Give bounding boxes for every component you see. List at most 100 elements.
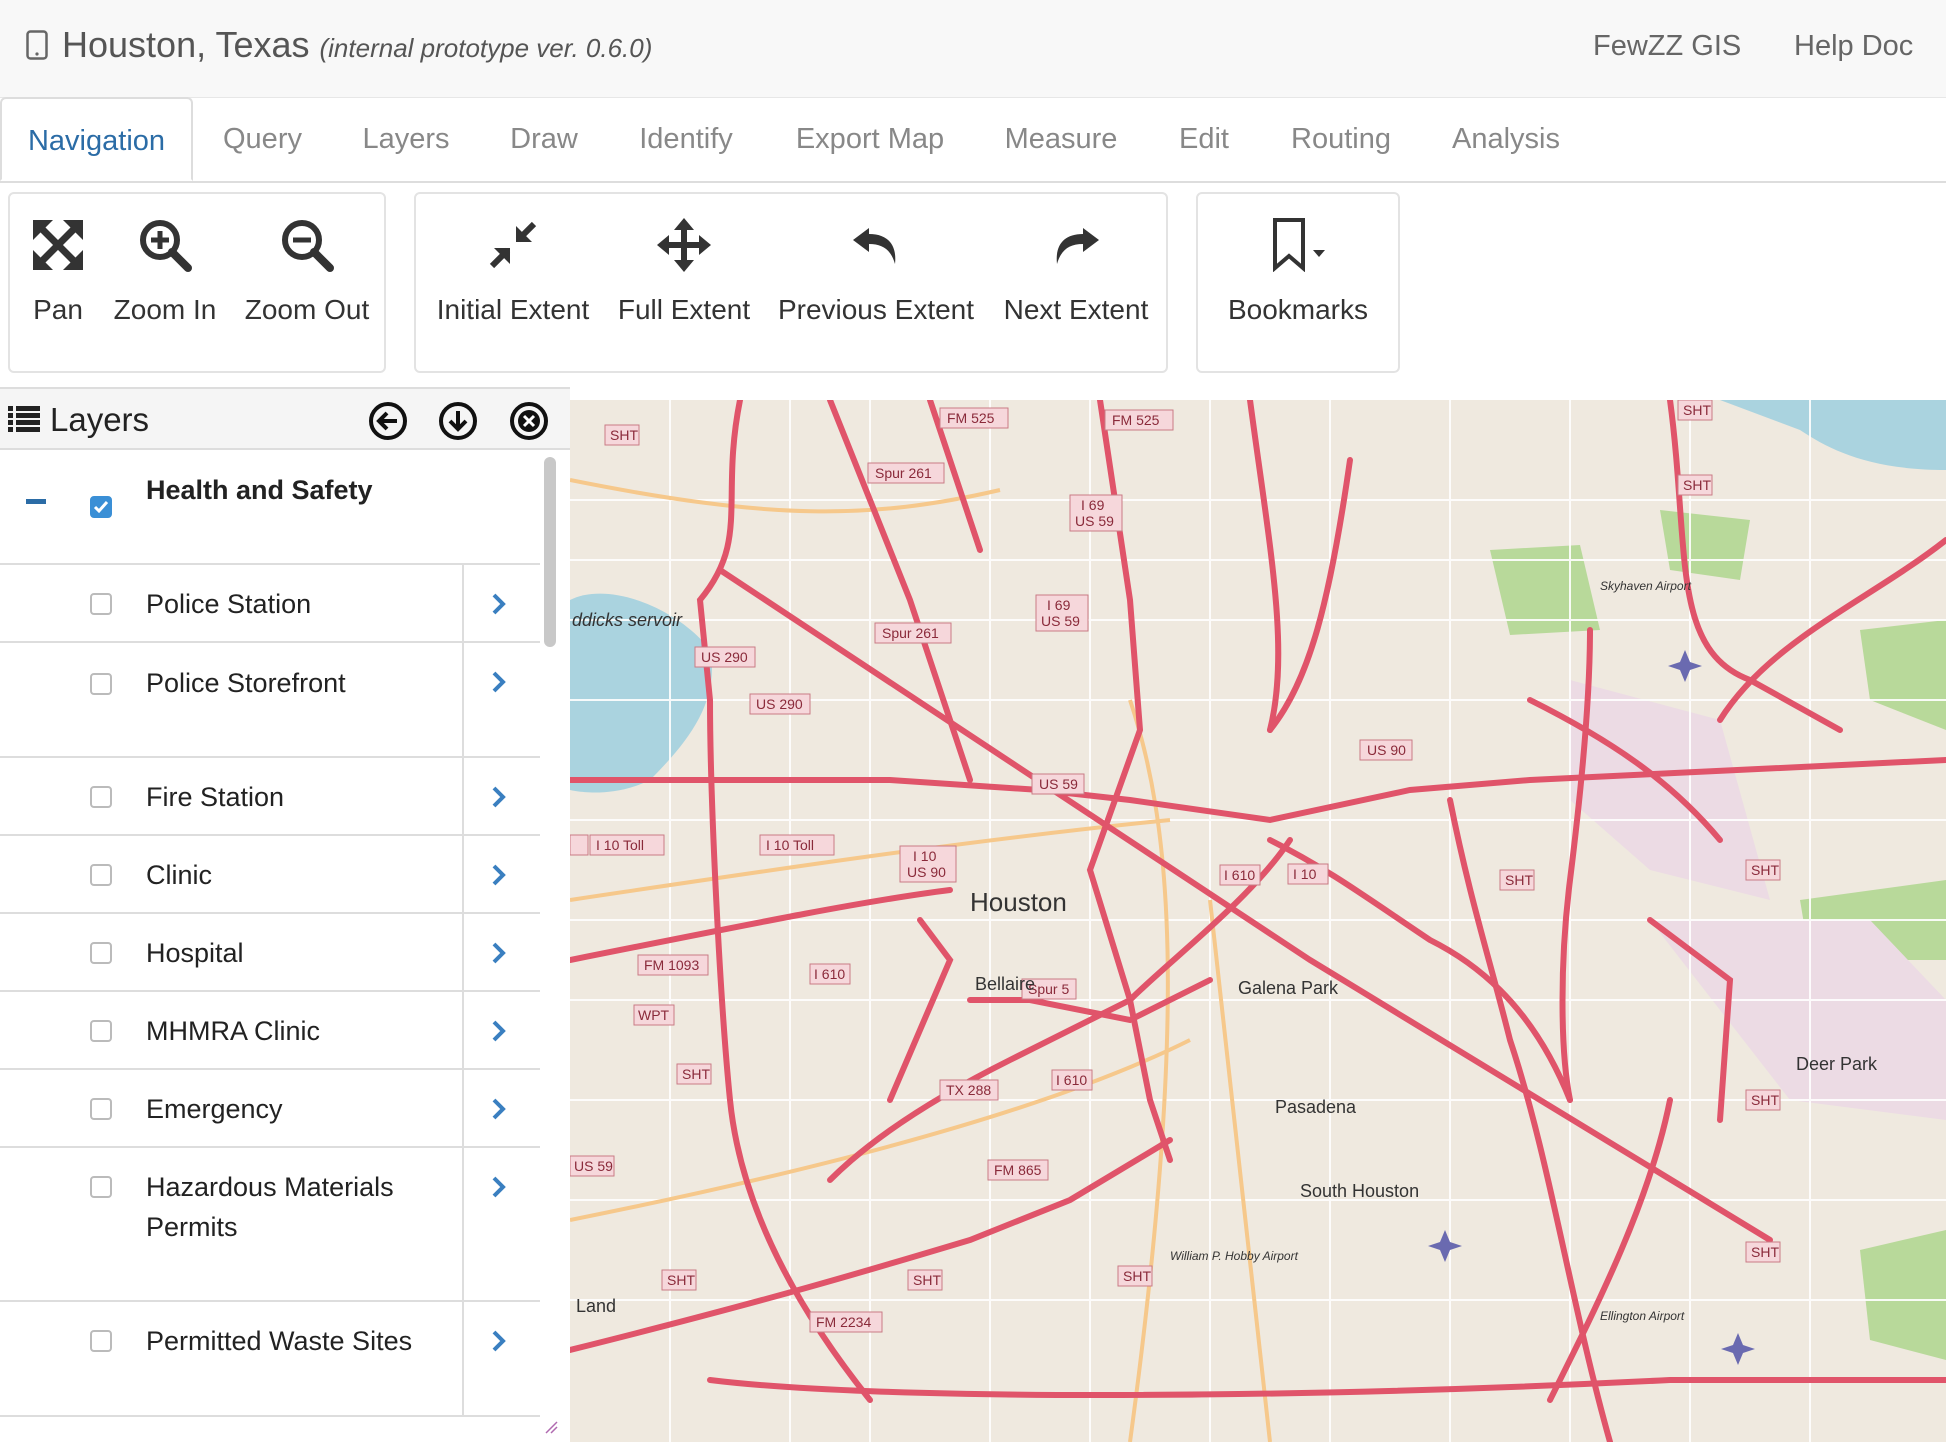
layer-checkbox[interactable] (90, 942, 112, 964)
layer-name: Clinic (146, 860, 213, 890)
layer-checkbox[interactable] (90, 593, 112, 615)
svg-text:FM 525: FM 525 (1112, 412, 1160, 428)
chevron-right-icon[interactable] (488, 939, 510, 967)
tab-identify[interactable]: Identify (626, 97, 746, 181)
svg-text:I 610: I 610 (1224, 867, 1255, 883)
bookmarks-button[interactable]: Bookmarks (1198, 194, 1398, 375)
svg-text:I 610: I 610 (814, 966, 845, 982)
layer-item-police-storefront[interactable]: Police Storefront (0, 643, 540, 758)
chevron-right-icon[interactable] (488, 590, 510, 618)
group-name: Health and Safety (146, 475, 373, 505)
map-label-skyhaven-airport: Skyhaven Airport (1600, 579, 1692, 593)
chevron-right-icon[interactable] (488, 783, 510, 811)
layer-item-clinic[interactable]: Clinic (0, 836, 540, 914)
help-doc-link[interactable]: Help Doc (1794, 30, 1913, 63)
zoom-out-button[interactable]: Zoom Out (238, 194, 376, 375)
collapse-down-icon[interactable] (438, 401, 478, 441)
app-title: Houston, Texas (internal prototype ver. … (62, 24, 652, 66)
chevron-right-icon[interactable] (488, 1017, 510, 1045)
layer-item-hazardous-materials[interactable]: Hazardous Materials Permits (0, 1148, 540, 1302)
row-divider (462, 565, 464, 641)
row-divider (462, 1302, 464, 1415)
zoom-in-button[interactable]: Zoom In (106, 194, 224, 375)
initial-extent-button[interactable]: Initial Extent (428, 194, 598, 375)
row-divider (462, 836, 464, 912)
svg-text:SHT: SHT (610, 427, 638, 443)
layer-checkbox[interactable] (90, 1020, 112, 1042)
map-label-houston: Houston (970, 887, 1067, 917)
svg-text:SHT: SHT (1751, 1244, 1779, 1260)
svg-text:US 90: US 90 (907, 864, 946, 880)
svg-text:US 59: US 59 (574, 1158, 613, 1174)
collapse-minus-icon[interactable] (26, 499, 46, 504)
layers-panel: Layers Health and Safety Police Station … (0, 387, 570, 1442)
layer-checkbox[interactable] (90, 673, 112, 695)
previous-extent-label: Previous Extent (777, 294, 975, 325)
fewzz-gis-link[interactable]: FewZZ GIS (1593, 30, 1741, 63)
tab-draw[interactable]: Draw (494, 97, 594, 181)
tab-bar: Navigation Query Layers Draw Identify Ex… (0, 97, 1946, 183)
tab-query[interactable]: Query (205, 97, 320, 181)
layer-item-mhmra-clinic[interactable]: MHMRA Clinic (0, 992, 540, 1070)
layers-scrollbar[interactable] (544, 457, 556, 647)
collapse-left-icon[interactable] (368, 401, 408, 441)
map-label-land: Land (576, 1296, 616, 1316)
svg-text:WPT: WPT (638, 1007, 670, 1023)
layer-item-permitted-waste[interactable]: Permitted Waste Sites (0, 1302, 540, 1417)
pan-button[interactable]: Pan (12, 194, 104, 375)
chevron-right-icon[interactable] (488, 861, 510, 889)
zoom-out-icon (282, 220, 334, 272)
tablet-icon (26, 30, 48, 60)
tab-navigation[interactable]: Navigation (0, 97, 193, 181)
row-divider (462, 758, 464, 834)
tab-layers[interactable]: Layers (350, 97, 462, 181)
svg-text:I 10 Toll: I 10 Toll (766, 837, 814, 853)
svg-text:I 10: I 10 (913, 848, 937, 864)
tab-routing[interactable]: Routing (1281, 97, 1401, 181)
layer-item-hospital[interactable]: Hospital (0, 914, 540, 992)
pan-label: Pan (33, 294, 83, 325)
zoom-in-icon (140, 220, 192, 272)
group-checkbox[interactable] (90, 496, 112, 518)
layer-checkbox[interactable] (90, 786, 112, 808)
bookmarks-label: Bookmarks (1227, 294, 1369, 325)
chevron-right-icon[interactable] (488, 1327, 510, 1355)
svg-text:FM 525: FM 525 (947, 410, 995, 426)
svg-text:FM 1093: FM 1093 (644, 957, 699, 973)
svg-text:SHT: SHT (1751, 862, 1779, 878)
next-extent-label: Next Extent (1003, 294, 1149, 325)
tab-analysis[interactable]: Analysis (1436, 97, 1576, 181)
layer-checkbox[interactable] (90, 864, 112, 886)
layers-panel-header: Layers (0, 387, 570, 450)
layer-group-health-safety[interactable]: Health and Safety (0, 450, 540, 565)
tab-measure[interactable]: Measure (996, 97, 1126, 181)
row-divider (462, 1070, 464, 1146)
basemap[interactable]: SHT FM 525 FM 525 I 69US 59 I 69US 59 Sp… (570, 400, 1946, 1442)
undo-arrow-icon (853, 228, 896, 264)
map-label-galena-park: Galena Park (1238, 978, 1339, 998)
svg-text:SHT: SHT (667, 1272, 695, 1288)
previous-extent-button[interactable]: Previous Extent (776, 194, 976, 375)
tab-export-map[interactable]: Export Map (776, 97, 964, 181)
next-extent-button[interactable]: Next Extent (996, 194, 1156, 375)
close-panel-icon[interactable] (509, 401, 549, 441)
layer-checkbox[interactable] (90, 1098, 112, 1120)
layer-item-police-station[interactable]: Police Station (0, 565, 540, 643)
svg-text:SHT: SHT (1683, 477, 1711, 493)
layer-item-fire-station[interactable]: Fire Station (0, 758, 540, 836)
tab-edit[interactable]: Edit (1160, 97, 1248, 181)
svg-text:US 290: US 290 (756, 696, 803, 712)
chevron-right-icon[interactable] (488, 1095, 510, 1123)
svg-text:Spur 261: Spur 261 (882, 625, 939, 641)
chevron-right-icon[interactable] (488, 668, 510, 696)
map-view[interactable]: SHT FM 525 FM 525 I 69 US 59 I 69 US 59 Sp… (570, 400, 1946, 1442)
row-divider (462, 914, 464, 990)
map-label-reservoir: ddicks servoir (572, 610, 683, 630)
chevron-right-icon[interactable] (488, 1173, 510, 1201)
layer-checkbox[interactable] (90, 1176, 112, 1198)
resize-grip-icon[interactable] (544, 1420, 558, 1434)
layer-item-emergency[interactable]: Emergency (0, 1070, 540, 1148)
svg-text:US 59: US 59 (1039, 776, 1078, 792)
layer-checkbox[interactable] (90, 1330, 112, 1352)
full-extent-button[interactable]: Full Extent (614, 194, 754, 375)
